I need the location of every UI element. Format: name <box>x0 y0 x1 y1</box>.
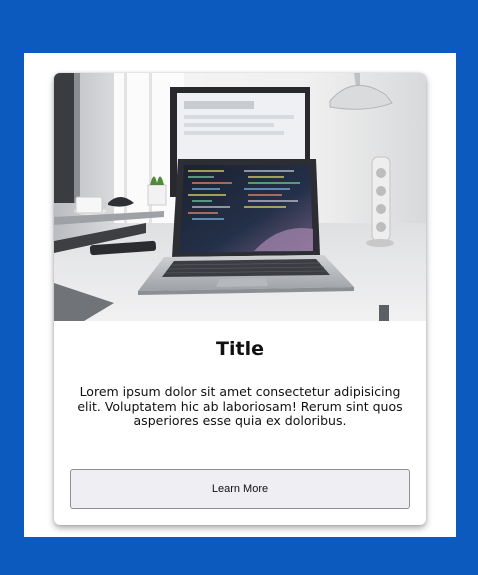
content-panel: Title Lorem ipsum dolor sit amet consect… <box>24 53 456 537</box>
card-description: Lorem ipsum dolor sit amet consectetur a… <box>77 384 403 428</box>
card: Title Lorem ipsum dolor sit amet consect… <box>54 73 426 525</box>
learn-more-button[interactable]: Learn More <box>70 469 410 509</box>
card-title: Title <box>216 338 264 360</box>
laptop-desk-photo <box>54 73 426 321</box>
